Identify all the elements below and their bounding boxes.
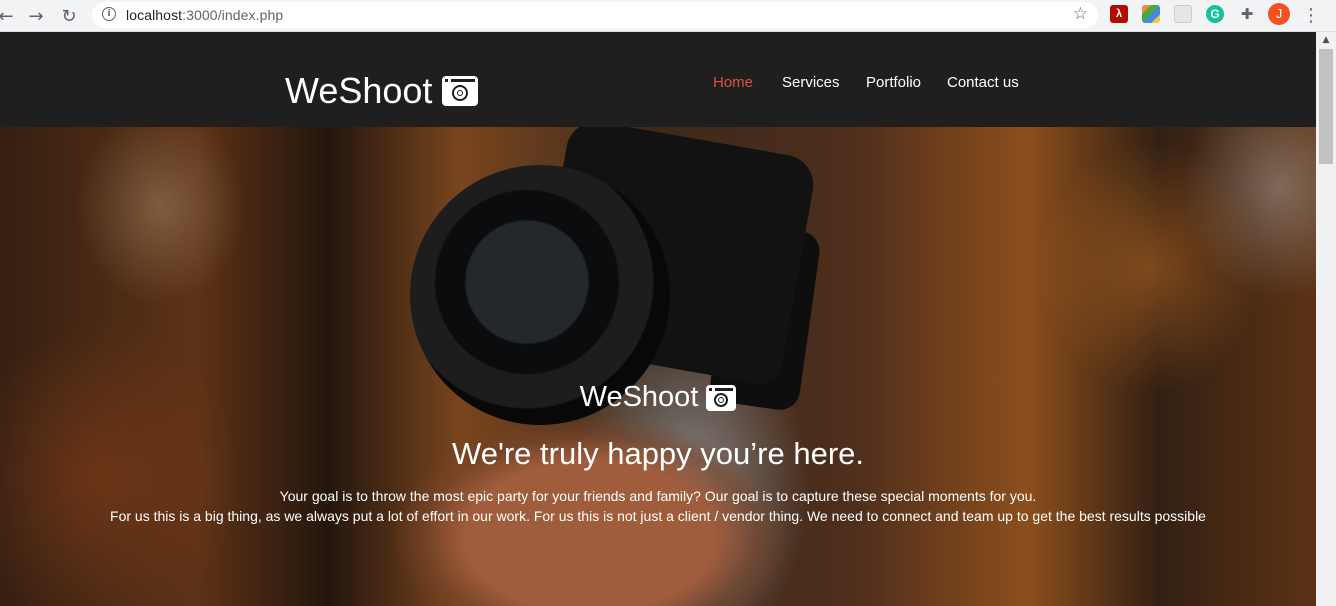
url-path: :3000/index.php [182,7,284,23]
scroll-up-arrow-icon[interactable]: ▲ [1316,32,1336,48]
nav-services[interactable]: Services [782,74,840,91]
camera-icon [706,384,737,411]
camera-icon [442,76,479,106]
nav-portfolio[interactable]: Portfolio [866,74,921,91]
color-extension-icon[interactable] [1142,5,1160,23]
bookmark-star-icon[interactable]: ☆ [1073,4,1088,24]
hero-section: WeShoot We're truly happy you’re here. Y… [0,127,1316,606]
brand-name: WeShoot [285,70,433,111]
pdf-extension-icon[interactable]: λ [1110,5,1128,23]
back-icon[interactable]: ← [0,4,18,28]
profile-avatar[interactable]: J [1268,3,1290,25]
hero-brand: WeShoot [580,381,737,414]
browser-menu-icon[interactable]: ⋮ [1302,4,1320,28]
grammarly-extension-icon[interactable]: G [1206,5,1224,23]
hero-content: WeShoot We're truly happy you’re here. Y… [0,375,1316,526]
hero-description-line-2: For us this is a big thing, as we always… [110,508,1206,524]
site-navbar: WeShoot Home Services Portfolio Contact … [0,32,1316,127]
gray-extension-icon[interactable] [1174,5,1192,23]
browser-toolbar: ← → ↻ i localhost:3000/index.php ☆ λ G ✚… [0,0,1336,32]
nav-contact-us[interactable]: Contact us [947,74,1019,91]
scrollbar-thumb[interactable] [1319,49,1333,164]
info-icon[interactable]: i [102,7,116,21]
hero-overlay [0,127,1316,606]
extensions-puzzle-icon[interactable]: ✚ [1238,5,1256,23]
address-bar[interactable]: i localhost:3000/index.php ☆ [92,2,1098,28]
url-text[interactable]: localhost:3000/index.php [126,7,283,23]
nav-home[interactable]: Home [713,74,753,91]
page-scrollbar[interactable]: ▲ [1316,32,1336,606]
url-host: localhost [126,7,183,23]
hero-brand-name: WeShoot [579,381,699,413]
brand-logo[interactable]: WeShoot [285,68,479,114]
hero-description: Your goal is to throw the most epic part… [0,486,1316,526]
hero-description-line-1: Your goal is to throw the most epic part… [279,488,1037,504]
hero-tagline: We're truly happy you’re here. [452,436,864,471]
page-viewport: WeShoot Home Services Portfolio Contact … [0,32,1316,606]
reload-icon[interactable]: ↻ [57,4,81,28]
forward-icon[interactable]: → [24,4,48,28]
